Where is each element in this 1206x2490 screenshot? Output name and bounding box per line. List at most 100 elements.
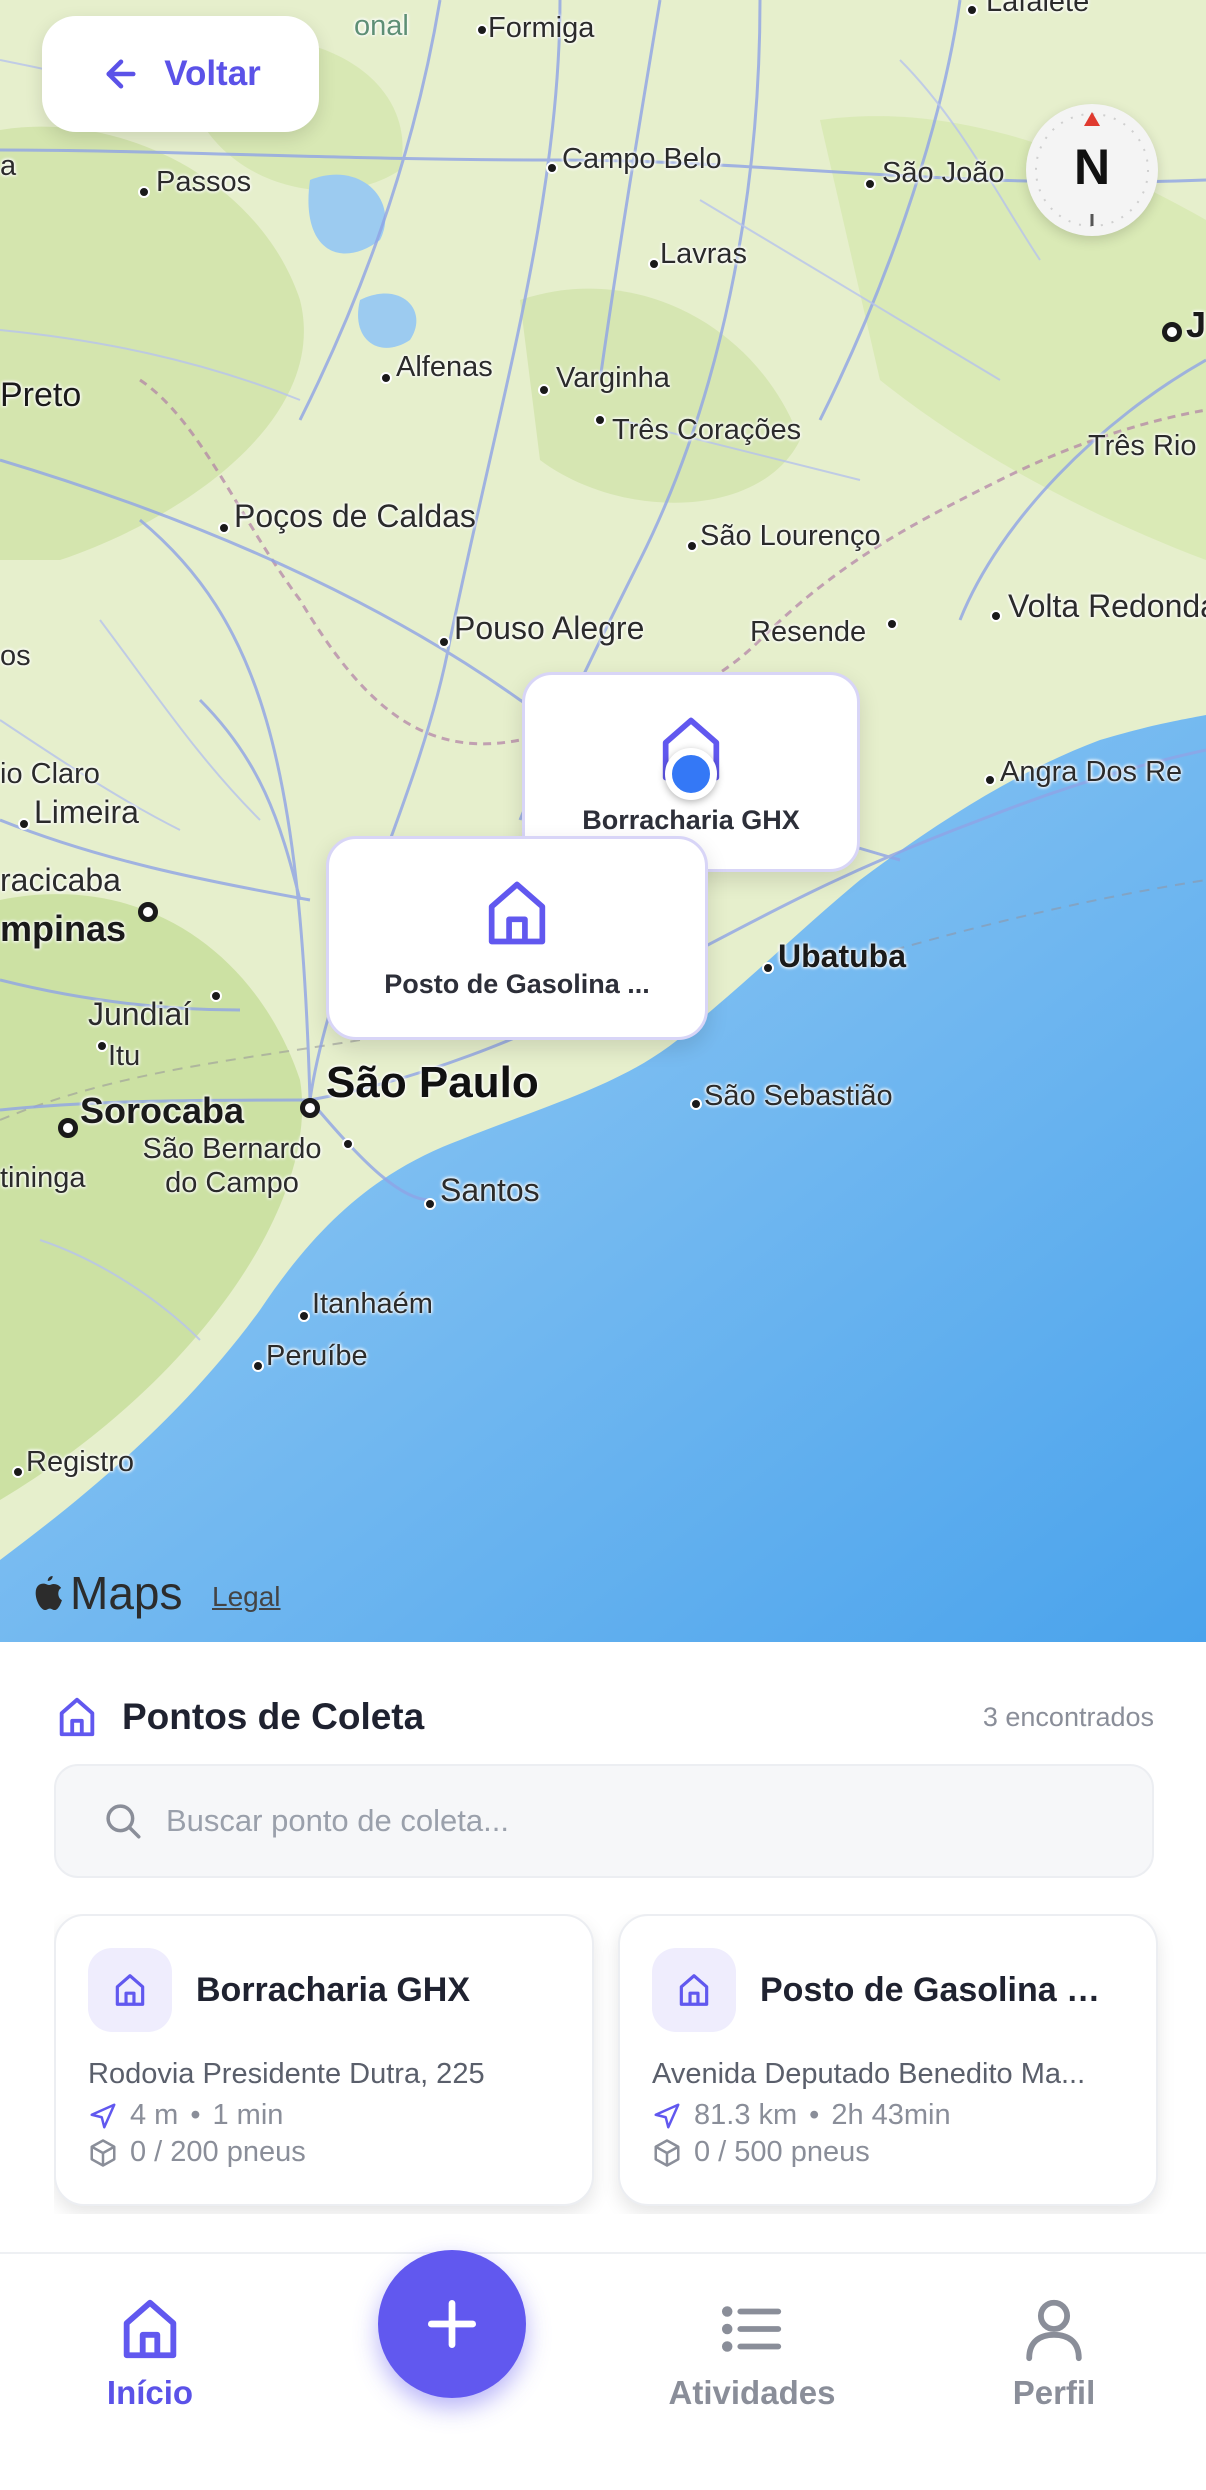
city-label: Poços de Caldas	[234, 498, 476, 534]
city-dot	[210, 990, 222, 1002]
city-dot	[438, 636, 450, 648]
collection-point-card[interactable]: Borracharia GHX Rodovia Presidente Dutra…	[54, 1914, 594, 2206]
city-dot	[648, 258, 660, 270]
card-travel-time: 1 min	[212, 2099, 284, 2131]
city-label: Itanhaém	[312, 1288, 433, 1320]
bottom-tab-bar: Início Atividades Perfil	[0, 2252, 1206, 2490]
city-dot	[886, 618, 898, 630]
city-label: São João	[882, 157, 1005, 189]
tab-profile-label: Perfil	[1012, 2374, 1096, 2411]
city-label: Lafaiete	[986, 0, 1090, 18]
city-label: São Bernardo do Campo	[142, 1133, 322, 1199]
city-dot	[984, 774, 996, 786]
city-label: São Sebastião	[704, 1080, 893, 1112]
city-dot	[18, 818, 30, 830]
list-icon	[721, 2306, 782, 2352]
city-label: a	[0, 150, 17, 182]
city-label: Resende	[750, 616, 867, 648]
arrow-left-icon	[106, 59, 136, 89]
search-icon	[106, 1804, 141, 1839]
home-icon	[123, 2299, 177, 2359]
card-header: Posto de Gasolina Br...	[652, 1948, 1124, 2032]
collection-point-card[interactable]: Posto de Gasolina Br... Avenida Deputado…	[618, 1914, 1158, 2206]
city-label: Alfenas	[396, 351, 493, 383]
tab-activities[interactable]: Atividades	[622, 2294, 882, 2412]
house-icon	[488, 881, 546, 945]
navigation-arrow-icon	[654, 2103, 680, 2128]
map-pin-label: Posto de Gasolina ...	[384, 969, 650, 999]
city-dot	[300, 1098, 320, 1118]
compass-north-label: N	[1073, 139, 1111, 195]
apple-icon	[35, 1576, 62, 1610]
house-icon	[115, 1974, 145, 2006]
city-label: Três Rio	[1088, 430, 1197, 462]
card-distance-row: 4 m • 1 min	[88, 2099, 560, 2132]
city-dot	[990, 610, 1002, 622]
user-icon	[1026, 2299, 1082, 2362]
city-dot	[966, 4, 978, 16]
navigation-arrow-icon	[90, 2103, 116, 2128]
user-location-dot	[665, 748, 717, 800]
package-icon	[90, 2138, 116, 2167]
card-icon-badge	[652, 1948, 736, 2032]
city-label: Lavras	[660, 238, 748, 270]
city-dot	[96, 1040, 108, 1052]
city-label: tininga	[0, 1162, 86, 1194]
sheet-header: Pontos de Coleta 3 encontrados	[54, 1692, 1154, 1742]
back-button[interactable]: Voltar	[42, 16, 319, 132]
city-label: Peruíbe	[266, 1340, 368, 1372]
city-label: Formiga	[488, 12, 595, 44]
sheet-title: Pontos de Coleta	[122, 1696, 425, 1737]
separator-dot: •	[809, 2099, 820, 2131]
card-address: Avenida Deputado Benedito Ma...	[652, 2058, 1086, 2090]
city-label: io Claro	[0, 758, 100, 790]
city-dot	[252, 1360, 264, 1372]
card-capacity-row: 0 / 500 pneus	[652, 2136, 1124, 2169]
apple-maps-logo: Maps	[30, 1566, 182, 1620]
card-distance: 4 m	[130, 2099, 179, 2131]
collection-points-carousel[interactable]: Borracharia GHX Rodovia Presidente Dutra…	[54, 1914, 1206, 2214]
city-label: Registro	[26, 1446, 134, 1478]
city-label: Pouso Alegre	[454, 610, 645, 646]
city-label: mpinas	[0, 908, 127, 949]
tab-profile[interactable]: Perfil	[924, 2294, 1184, 2412]
city-dot	[690, 1098, 702, 1110]
city-label: Itu	[108, 1040, 141, 1072]
city-label: Campo Belo	[562, 143, 722, 175]
city-dot	[12, 1466, 24, 1478]
legal-link[interactable]: Legal	[212, 1581, 281, 1613]
city-label: São Lourenço	[700, 520, 881, 552]
card-title: Borracharia GHX	[196, 1970, 470, 2009]
house-icon	[679, 1974, 709, 2006]
card-travel-time: 2h 43min	[831, 2099, 951, 2131]
map-view[interactable]: onal Formiga Lafaiete a Passos Campo Bel…	[0, 0, 1206, 1642]
tab-home-label: Início	[106, 2374, 194, 2411]
city-label: racicaba	[0, 862, 121, 898]
city-dot	[424, 1198, 436, 1210]
city-label: Angra Dos Re	[1000, 756, 1183, 788]
search-bar[interactable]	[54, 1764, 1154, 1878]
map-pin-label: Borracharia GHX	[582, 805, 800, 835]
add-button[interactable]	[378, 2250, 526, 2398]
tab-home[interactable]: Início	[20, 2294, 280, 2412]
card-capacity: 0 / 500 pneus	[694, 2136, 870, 2168]
map-pin-posto[interactable]: Posto de Gasolina ...	[326, 836, 708, 1040]
city-dot	[762, 962, 774, 974]
city-dot	[298, 1310, 310, 1322]
city-label: os	[0, 640, 31, 672]
card-title: Posto de Gasolina Br...	[760, 1970, 1124, 2009]
search-input[interactable]	[166, 1803, 1066, 1839]
compass-button[interactable]: N	[1026, 104, 1158, 236]
plus-icon	[427, 2299, 477, 2349]
city-dot	[58, 1118, 78, 1138]
city-dot	[686, 540, 698, 552]
city-label: Sorocaba	[80, 1090, 245, 1131]
city-dot	[864, 178, 876, 190]
card-distance: 81.3 km	[694, 2099, 798, 2131]
card-capacity: 0 / 200 pneus	[130, 2136, 306, 2168]
tab-activities-label: Atividades	[668, 2374, 836, 2411]
maps-attribution: Maps	[70, 1567, 183, 1619]
city-dot	[342, 1138, 354, 1150]
card-capacity-row: 0 / 200 pneus	[88, 2136, 560, 2169]
separator-dot: •	[190, 2099, 201, 2131]
